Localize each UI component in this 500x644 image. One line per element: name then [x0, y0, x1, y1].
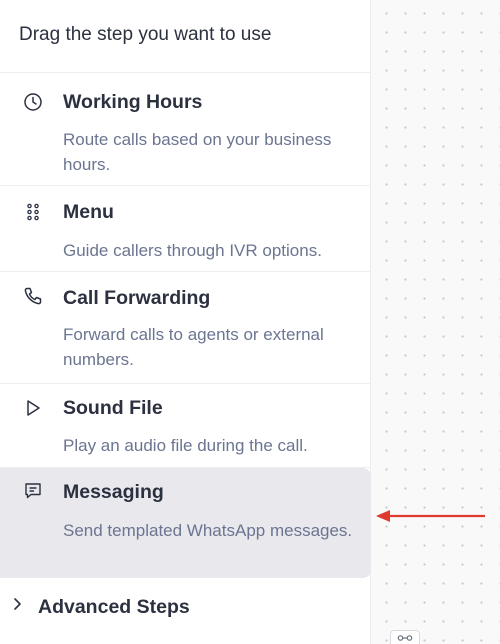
annotation-arrow [376, 510, 485, 522]
step-description: Guide callers through IVR options. [63, 241, 322, 260]
step-title: Messaging [63, 481, 164, 503]
flow-canvas[interactable] [371, 0, 500, 644]
step-messaging[interactable]: Messaging Send templated WhatsApp messag… [0, 468, 371, 578]
step-description: Route calls based on your business hours… [63, 130, 332, 174]
play-icon [23, 398, 43, 418]
canvas-connect-button[interactable] [390, 630, 420, 644]
step-description: Play an audio file during the call. [63, 436, 308, 455]
step-sound-file[interactable]: Sound File Play an audio file during the… [0, 384, 371, 468]
step-title: Menu [63, 201, 114, 223]
message-icon [23, 481, 43, 501]
advanced-steps-label: Advanced Steps [38, 596, 190, 618]
step-description: Send templated WhatsApp messages. [63, 521, 353, 540]
step-menu[interactable]: Menu Guide callers through IVR options. [0, 186, 371, 272]
step-working-hours[interactable]: Working Hours Route calls based on your … [0, 73, 371, 186]
step-title: Call Forwarding [63, 287, 211, 309]
step-description: Forward calls to agents or external numb… [63, 325, 324, 369]
step-call-forwarding[interactable]: Call Forwarding Forward calls to agents … [0, 272, 371, 384]
panel-title: Drag the step you want to use [19, 24, 272, 45]
chevron-right-icon [14, 598, 21, 610]
nodes-icon [397, 635, 413, 641]
grid-dots-icon [23, 202, 43, 222]
steps-panel: Drag the step you want to use Working Ho… [0, 0, 371, 644]
clock-icon [23, 92, 43, 112]
step-title: Sound File [63, 397, 163, 419]
advanced-steps-toggle[interactable]: Advanced Steps [0, 588, 371, 628]
step-title: Working Hours [63, 91, 203, 113]
phone-icon [23, 286, 43, 306]
